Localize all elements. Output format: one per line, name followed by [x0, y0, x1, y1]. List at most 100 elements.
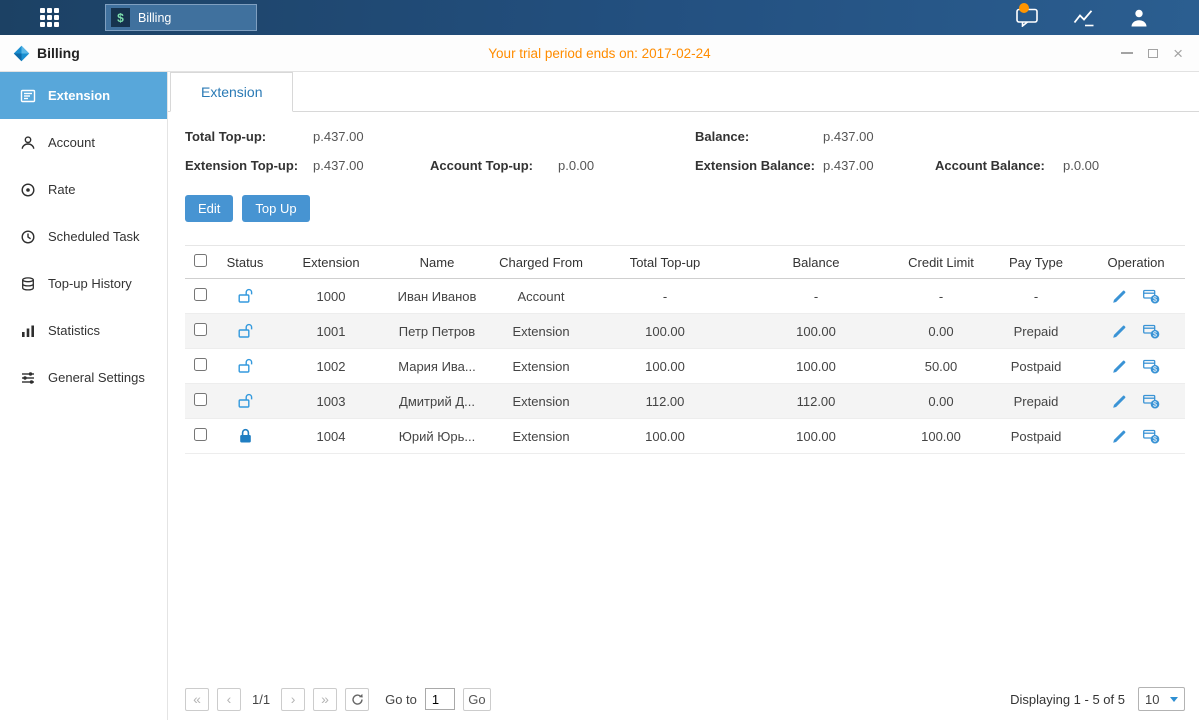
lock-icon — [238, 428, 253, 444]
extension-table: Status Extension Name Charged From Total… — [185, 245, 1185, 454]
sidebar-item-topup-history[interactable]: Top-up History — [0, 260, 167, 307]
goto-page-input[interactable] — [425, 688, 455, 710]
sidebar-item-extension[interactable]: Extension — [0, 72, 167, 119]
chat-icon[interactable] — [1016, 8, 1039, 27]
topup-row-icon[interactable]: $ — [1143, 394, 1160, 409]
prev-page-button[interactable]: ‹ — [217, 688, 241, 711]
topup-row-icon[interactable]: $ — [1143, 324, 1160, 339]
sidebar-item-account[interactable]: Account — [0, 119, 167, 166]
extension-cell: 1001 — [275, 314, 387, 349]
extension-icon — [20, 88, 36, 104]
summary-account-balance: Account Balance:p.0.00 — [935, 158, 1185, 173]
sidebar-item-rate[interactable]: Rate — [0, 166, 167, 213]
refresh-button[interactable] — [345, 688, 369, 711]
last-page-button[interactable]: » — [313, 688, 337, 711]
unlock-icon — [238, 393, 253, 409]
edit-row-icon[interactable] — [1112, 359, 1127, 374]
system-topbar: $ Billing — [0, 0, 1199, 35]
table-row: 1000 Иван Иванов Account - - - - $ — [185, 279, 1185, 314]
chevron-down-icon — [1170, 697, 1178, 702]
credit-limit-cell: 100.00 — [897, 419, 985, 454]
credit-limit-cell: - — [897, 279, 985, 314]
topup-row-icon[interactable]: $ — [1143, 359, 1160, 374]
sidebar-item-statistics[interactable]: Statistics — [0, 307, 167, 354]
billing-diamond-icon — [13, 45, 30, 62]
page-size-select[interactable]: 10 — [1138, 687, 1185, 711]
pay-type-cell: Prepaid — [985, 314, 1087, 349]
row-checkbox[interactable] — [194, 393, 207, 406]
go-button[interactable]: Go — [463, 688, 491, 711]
summary-extension-topup: Extension Top-up:p.437.00 — [185, 158, 430, 173]
column-header-name: Name — [387, 246, 487, 279]
rate-icon — [20, 182, 36, 198]
credit-limit-cell: 50.00 — [897, 349, 985, 384]
edit-row-icon[interactable] — [1112, 324, 1127, 339]
edit-button[interactable]: Edit — [185, 195, 233, 222]
sidebar-item-scheduled-task[interactable]: Scheduled Task — [0, 213, 167, 260]
column-header-charged-from: Charged From — [487, 246, 595, 279]
column-header-balance: Balance — [735, 246, 897, 279]
topup-row-icon[interactable]: $ — [1143, 289, 1160, 304]
minimize-button[interactable] — [1121, 46, 1133, 60]
user-icon[interactable] — [1129, 8, 1149, 27]
chart-icon[interactable] — [1073, 9, 1095, 27]
extension-cell: 1002 — [275, 349, 387, 384]
sidebar-item-label: Account — [48, 135, 95, 150]
close-icon[interactable]: × — [1173, 46, 1183, 60]
page-size-value: 10 — [1145, 692, 1159, 707]
column-header-operation: Operation — [1087, 246, 1185, 279]
svg-text:$: $ — [1153, 331, 1157, 338]
billing-app-tab[interactable]: $ Billing — [105, 4, 257, 31]
pay-type-cell: - — [985, 279, 1087, 314]
sidebar: Extension Account Rate — [0, 72, 168, 720]
status-cell — [215, 349, 275, 384]
column-header-extension: Extension — [275, 246, 387, 279]
row-checkbox[interactable] — [194, 358, 207, 371]
name-cell: Юрий Юрь... — [387, 419, 487, 454]
status-cell — [215, 314, 275, 349]
svg-text:$: $ — [1153, 296, 1157, 303]
name-cell: Петр Петров — [387, 314, 487, 349]
row-checkbox[interactable] — [194, 428, 207, 441]
maximize-button[interactable] — [1148, 46, 1158, 60]
sidebar-item-label: Scheduled Task — [48, 229, 140, 244]
row-checkbox[interactable] — [194, 323, 207, 336]
extension-cell: 1004 — [275, 419, 387, 454]
edit-row-icon[interactable] — [1112, 429, 1127, 444]
balance-cell: 100.00 — [735, 419, 897, 454]
select-all-checkbox[interactable] — [194, 254, 207, 267]
pay-type-cell: Postpaid — [985, 419, 1087, 454]
first-page-button[interactable]: « — [185, 688, 209, 711]
goto-label: Go to — [385, 692, 417, 707]
pagination-bar: « ‹ 1/1 › » Go to Go Displaying 1 - 5 of… — [185, 677, 1185, 711]
name-cell: Иван Иванов — [387, 279, 487, 314]
topup-row-icon[interactable]: $ — [1143, 429, 1160, 444]
status-cell — [215, 384, 275, 419]
sidebar-item-label: Top-up History — [48, 276, 132, 291]
svg-text:$: $ — [1153, 401, 1157, 408]
account-icon — [20, 135, 36, 151]
displaying-text: Displaying 1 - 5 of 5 — [1010, 692, 1125, 707]
total-topup-cell: 112.00 — [595, 384, 735, 419]
app-tab-label: Billing — [138, 11, 171, 25]
app-launcher-grid-icon[interactable] — [40, 8, 59, 27]
edit-row-icon[interactable] — [1112, 394, 1127, 409]
tab-extension[interactable]: Extension — [170, 72, 293, 112]
table-row: 1003 Дмитрий Д... Extension 112.00 112.0… — [185, 384, 1185, 419]
next-page-button[interactable]: › — [281, 688, 305, 711]
credit-limit-cell: 0.00 — [897, 314, 985, 349]
table-row: 1001 Петр Петров Extension 100.00 100.00… — [185, 314, 1185, 349]
tab-bar: Extension — [168, 72, 1199, 112]
balance-cell: 100.00 — [735, 349, 897, 384]
total-topup-cell: 100.00 — [595, 419, 735, 454]
sidebar-item-general-settings[interactable]: General Settings — [0, 354, 167, 401]
sidebar-item-label: General Settings — [48, 370, 145, 385]
balance-cell: - — [735, 279, 897, 314]
charged-from-cell: Account — [487, 279, 595, 314]
balance-cell: 112.00 — [735, 384, 897, 419]
charged-from-cell: Extension — [487, 384, 595, 419]
row-checkbox[interactable] — [194, 288, 207, 301]
top-up-button[interactable]: Top Up — [242, 195, 309, 222]
edit-row-icon[interactable] — [1112, 289, 1127, 304]
table-row: 1004 Юрий Юрь... Extension 100.00 100.00… — [185, 419, 1185, 454]
